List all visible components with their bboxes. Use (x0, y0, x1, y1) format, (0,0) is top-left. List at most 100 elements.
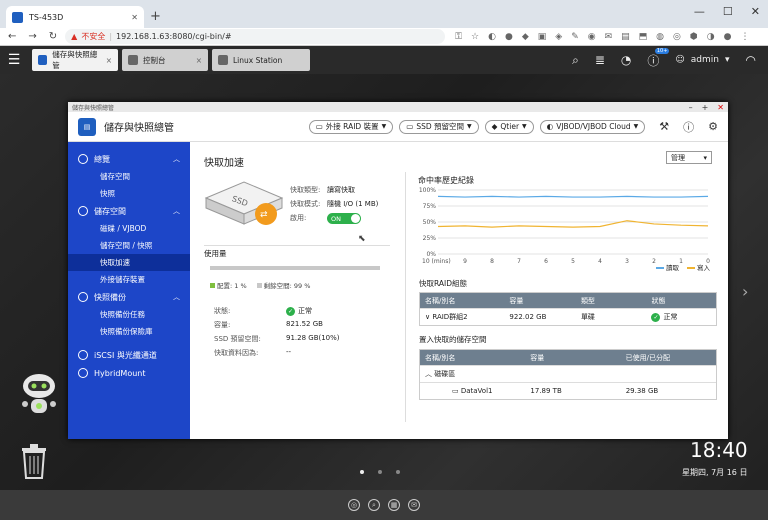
x-tick-label: 10 (mins) (422, 258, 451, 265)
search-icon[interactable]: ⌕ (572, 53, 579, 68)
dashboard-icon[interactable]: ◠ (746, 53, 756, 67)
taskbar-tab-linux-station[interactable]: Linux Station (212, 49, 310, 71)
taskbar-tab-control-panel[interactable]: 控制台 × (122, 49, 208, 71)
maximize-icon[interactable]: ☐ (723, 5, 733, 18)
usage-bar (210, 266, 380, 270)
sidebar-item-cache[interactable]: 快取加速 (68, 254, 190, 271)
sidebar-item-disks[interactable]: 磁碟 / VJBOD (68, 220, 190, 237)
chevron-up-icon[interactable]: ︿ (425, 370, 434, 378)
reload-icon[interactable]: ↻ (49, 31, 57, 42)
extension-icon[interactable]: ✎ (571, 32, 579, 42)
extension-icon[interactable]: ◐ (488, 32, 496, 42)
enable-toggle[interactable]: ON (327, 213, 361, 224)
check-icon: ✓ (651, 313, 661, 322)
new-tab-button[interactable]: + (150, 9, 161, 24)
chevron-right-icon[interactable]: › (742, 282, 748, 301)
extension-icon[interactable]: ◎ (673, 32, 681, 42)
extension-icon[interactable]: ⬒ (639, 32, 648, 42)
window-controls: — ☐ ✕ (694, 5, 760, 18)
notification-icon[interactable]: ⓘ 10+ (647, 47, 670, 69)
sidebar-group-label: 快照備份 (94, 292, 126, 302)
tasks-icon[interactable]: ≣ (595, 53, 605, 67)
event-icon[interactable]: ◔ (621, 53, 631, 67)
legend-free: 剩餘空間: 99 % (256, 280, 311, 290)
table-row[interactable]: ︿ 磁碟區 (420, 365, 716, 382)
close-tab-icon[interactable]: ✕ (131, 13, 138, 22)
extension-icon[interactable]: ▤ (621, 32, 630, 42)
sidebar-item-backup-vault[interactable]: 快照備份保險庫 (68, 323, 190, 340)
minimize-icon[interactable]: – (689, 103, 693, 112)
dock-icon[interactable]: ✉ (408, 499, 420, 511)
sidebar-item-hybridmount[interactable]: HybridMount (68, 364, 190, 382)
table-row[interactable]: ∨ RAID群組2 922.02 GB 單碟 ✓ 正常 (420, 308, 716, 325)
external-raid-button[interactable]: ▭ 外接 RAID 裝置 ▼ (308, 119, 394, 134)
main-menu-icon[interactable]: ☰ (0, 52, 28, 68)
qts-taskbar: ☰ 儲存與快照總管 × 控制台 × Linux Station ⌕ ≣ ◔ ⓘ 1… (0, 46, 768, 74)
page-dot[interactable] (378, 470, 382, 474)
more-menu-icon[interactable]: ⋮ (740, 32, 749, 42)
user-menu[interactable]: ☺ admin ▾ (675, 55, 729, 65)
nav-buttons: ← → ↻ (0, 31, 65, 42)
close-icon[interactable]: ✕ (717, 103, 724, 112)
browser-tab-strip: TS-453D ✕ + — ☐ ✕ (0, 0, 768, 28)
sidebar-item-external[interactable]: 外接儲存裝置 (68, 271, 190, 288)
y-tick-label: 75% (423, 203, 437, 210)
y-tick-label: 100% (419, 187, 436, 194)
extension-icon[interactable]: ● (505, 32, 513, 42)
qtier-button[interactable]: ◆ Qtier ▼ (484, 119, 534, 134)
chevron-up-icon: ︿ (173, 293, 180, 301)
extension-icon[interactable]: ⬢ (690, 32, 698, 42)
dock-icon[interactable]: ⌕ (368, 499, 380, 511)
window-titlebar: 儲存與快照總管 – + ✕ (68, 102, 728, 112)
dock-icon[interactable]: ◎ (348, 499, 360, 511)
sidebar-group-overview[interactable]: 總覽 ︿ (68, 150, 190, 168)
chevron-up-icon: ︿ (173, 207, 180, 215)
extension-icon[interactable]: ◆ (522, 32, 529, 42)
trash-icon[interactable] (20, 442, 48, 480)
sidebar-group-storage[interactable]: 儲存空間 ︿ (68, 202, 190, 220)
page-dot[interactable] (396, 470, 400, 474)
close-icon[interactable]: × (196, 56, 202, 65)
usage-bar-fill (210, 266, 379, 270)
volume-name: DataVol1 (460, 387, 493, 395)
maximize-icon[interactable]: + (702, 103, 709, 112)
raid-group-table: 名稱/別名 容量 類型 狀態 ∨ RAID群組2 922.02 GB 單碟 ✓ 正… (419, 292, 717, 326)
taskbar-tab-storage[interactable]: 儲存與快照總管 × (32, 49, 118, 71)
sidebar-item-storage-snapshots[interactable]: 儲存空間 / 快照 (68, 237, 190, 254)
gear-icon[interactable]: ⚙ (708, 120, 718, 133)
extension-icon[interactable]: ◍ (656, 32, 664, 42)
sidebar-extra-label: iSCSI 與光纖通道 (94, 350, 157, 360)
sidebar-group-snapshot-backup[interactable]: 快照備份 ︿ (68, 288, 190, 306)
vjbod-button[interactable]: ◐ VJBOD/VJBOD Cloud ▼ (539, 119, 646, 134)
sidebar-item-backup-jobs[interactable]: 快照備份任務 (68, 306, 190, 323)
sidebar-item-storage[interactable]: 儲存空間 (68, 168, 190, 185)
minimize-icon[interactable]: — (694, 5, 705, 18)
forward-icon[interactable]: → (28, 31, 36, 42)
ssd-overprovision-button[interactable]: ▭ SSD 預留空間 ▼ (399, 119, 479, 134)
sidebar-item-iscsi[interactable]: iSCSI 與光纖通道 (68, 346, 190, 364)
back-icon[interactable]: ← (8, 31, 16, 42)
extension-icon[interactable]: ✉ (605, 32, 613, 42)
sidebar-item-snapshot[interactable]: 快照 (68, 185, 190, 202)
extension-icon[interactable]: ◑ (707, 32, 715, 42)
profile-icon[interactable]: ● (724, 32, 732, 42)
y-tick-label: 0% (426, 251, 436, 258)
extension-icon[interactable]: ◈ (555, 32, 562, 42)
button-label: Qtier (500, 122, 520, 131)
star-icon[interactable]: ☆ (471, 32, 479, 42)
key-icon[interactable]: ⚿ (455, 32, 462, 42)
close-icon[interactable]: × (106, 56, 112, 65)
robot-assistant-icon[interactable] (18, 372, 60, 420)
free-label: 剩餘空間: 99 % (263, 282, 311, 290)
help-icon[interactable]: ⓘ (683, 119, 694, 135)
dock-icon[interactable]: ▦ (388, 499, 400, 511)
page-dot[interactable] (360, 470, 364, 474)
close-window-icon[interactable]: ✕ (751, 5, 760, 18)
extension-icon[interactable]: ▣ (538, 32, 547, 42)
browser-tab[interactable]: TS-453D ✕ (6, 6, 144, 28)
url-field[interactable]: ▲ 不安全 | 192.168.1.63:8080/cgi-bin/# (65, 29, 446, 44)
manage-button[interactable]: 管理 ▾ (666, 151, 712, 164)
tools-icon[interactable]: ⚒ (659, 120, 669, 133)
extension-icon[interactable]: ◉ (588, 32, 596, 42)
table-row[interactable]: ▭ DataVol1 17.89 TB 29.38 GB (420, 382, 716, 399)
